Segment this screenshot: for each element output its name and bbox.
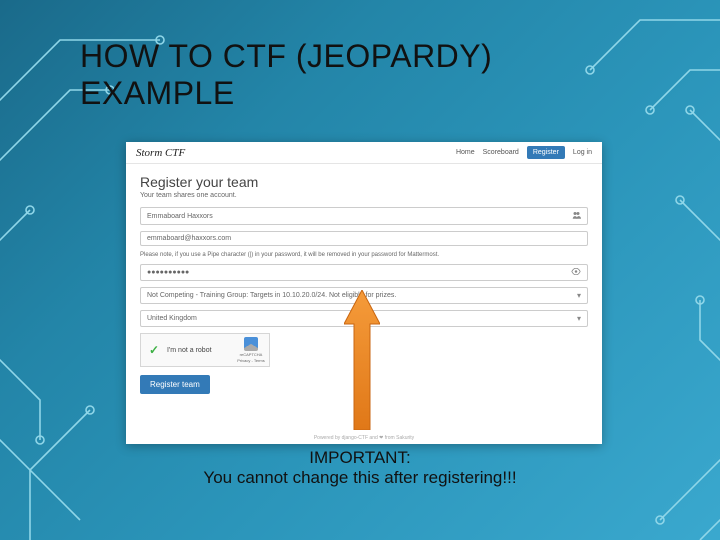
email-input[interactable]: emmaboard@haxxors.com [140,231,588,246]
chevron-down-icon: ▾ [577,314,581,323]
email-value: emmaboard@haxxors.com [147,235,231,242]
page-footer: Powered by django-CTF and ❤ from Sakurit… [126,435,602,441]
recaptcha-badge: reCAPTCHA Privacy - Terms [237,337,265,363]
callout-arrow-icon [344,290,380,430]
chevron-down-icon: ▾ [577,291,581,300]
callout-text: IMPORTANT: You cannot change this after … [0,448,720,488]
nav-home[interactable]: Home [456,149,475,156]
recaptcha-icon [244,337,258,351]
eye-icon[interactable] [571,268,581,277]
nav-scoreboard[interactable]: Scoreboard [483,149,519,156]
checkmark-icon: ✓ [147,343,161,357]
team-name-value: Emmaboard Haxxors [147,213,213,220]
password-input[interactable]: ●●●●●●●●●● [140,264,588,281]
recaptcha-terms: Privacy - Terms [237,358,265,363]
captcha-label: I'm not a robot [167,347,212,354]
navbar: Storm CTF Home Scoreboard Register Log i… [126,142,602,164]
nav-login[interactable]: Log in [573,149,592,156]
nav-register[interactable]: Register [527,146,565,159]
callout-line-1: IMPORTANT: [0,448,720,468]
password-value: ●●●●●●●●●● [147,269,189,276]
recaptcha[interactable]: ✓ I'm not a robot reCAPTCHA Privacy - Te… [140,333,270,367]
team-name-input[interactable]: Emmaboard Haxxors [140,207,588,225]
recaptcha-brand: reCAPTCHA [237,352,265,357]
title-line-2: EXAMPLE [80,75,235,111]
slide-title: HOW TO CTF (JEOPARDY) EXAMPLE [80,38,492,112]
password-note: Please note, if you use a Pipe character… [140,252,588,258]
users-icon [572,211,581,221]
page-subheading: Your team shares one account. [140,192,588,199]
country-value: United Kingdom [147,315,197,322]
nav-links: Home Scoreboard Register Log in [456,146,592,159]
page-heading: Register your team [140,174,588,190]
brand: Storm CTF [136,147,185,159]
register-button[interactable]: Register team [140,375,210,394]
callout-line-2: You cannot change this after registering… [0,468,720,488]
title-line-1: HOW TO CTF (JEOPARDY) [80,38,492,74]
